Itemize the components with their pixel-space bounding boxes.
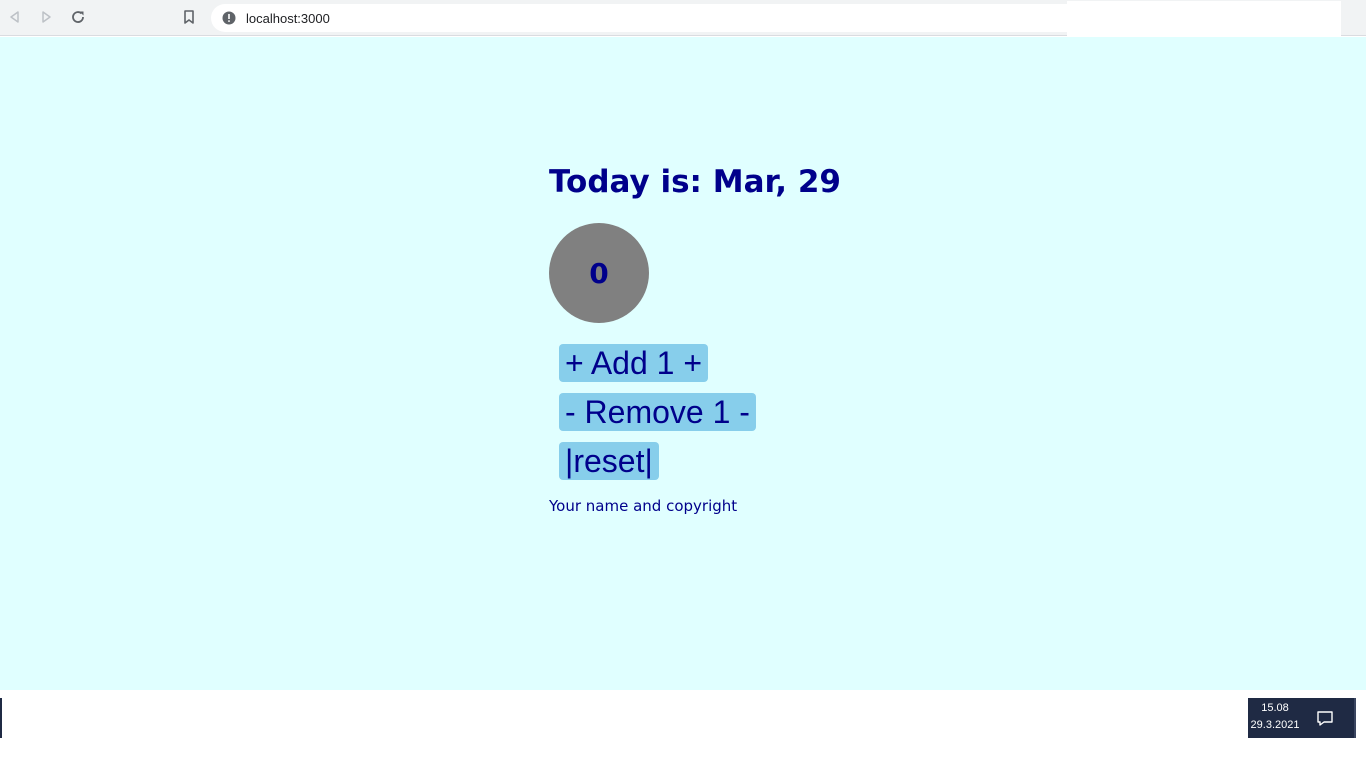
taskbar-edge bbox=[0, 698, 2, 738]
clock[interactable]: 15.08 29.3.2021 bbox=[1248, 700, 1302, 734]
reload-icon[interactable] bbox=[67, 6, 89, 28]
system-tray: 15.08 29.3.2021 bbox=[1248, 698, 1356, 738]
reset-button[interactable]: |reset| bbox=[559, 442, 659, 480]
add-button[interactable]: + Add 1 + bbox=[559, 344, 709, 382]
url-text[interactable]: localhost:3000 bbox=[246, 11, 330, 26]
show-desktop-button[interactable] bbox=[1354, 698, 1356, 738]
back-arrow-icon[interactable] bbox=[4, 6, 26, 28]
clock-date: 29.3.2021 bbox=[1250, 719, 1300, 731]
button-group: + Add 1 + - Remove 1 - |reset| bbox=[559, 344, 949, 491]
notification-icon[interactable] bbox=[1315, 708, 1335, 728]
clock-time: 15.08 bbox=[1261, 702, 1289, 714]
footer-copyright: Your name and copyright bbox=[549, 497, 738, 515]
info-icon[interactable] bbox=[222, 11, 236, 25]
forward-arrow-icon[interactable] bbox=[35, 6, 57, 28]
address-bar[interactable]: localhost:3000 bbox=[211, 4, 1071, 32]
app-container: Today is: Mar, 29 0 + Add 1 + - Remove 1… bbox=[549, 162, 949, 515]
bookmark-icon[interactable] bbox=[178, 6, 200, 28]
counter-display: 0 bbox=[549, 223, 649, 323]
page-viewport: Today is: Mar, 29 0 + Add 1 + - Remove 1… bbox=[0, 37, 1366, 690]
remove-button[interactable]: - Remove 1 - bbox=[559, 393, 756, 431]
page-title: Today is: Mar, 29 bbox=[549, 164, 841, 200]
